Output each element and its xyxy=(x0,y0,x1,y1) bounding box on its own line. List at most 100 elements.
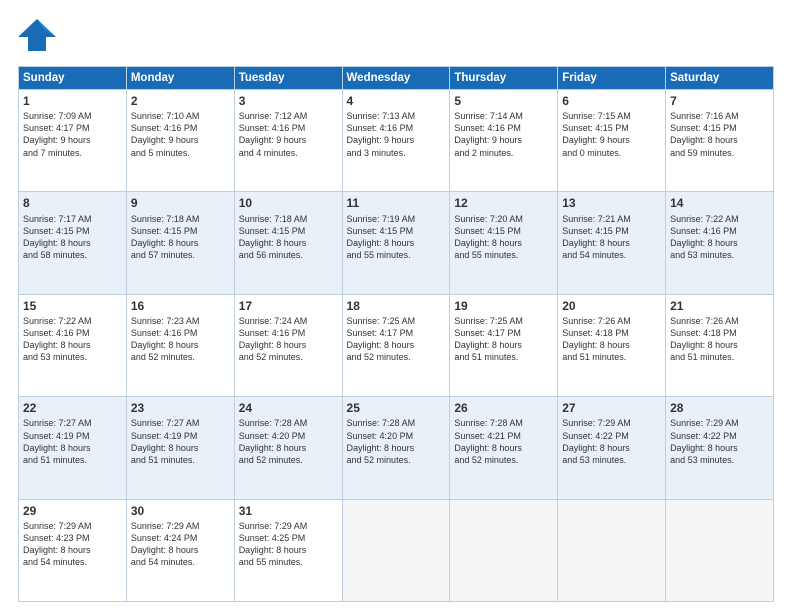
calendar-cell: 16Sunrise: 7:23 AMSunset: 4:16 PMDayligh… xyxy=(126,294,234,396)
calendar-cell: 14 Sunrise: 7:22 AMSunset: 4:16 PMDayligh… xyxy=(666,192,774,294)
day-info: Sunrise: 7:29 AMSunset: 4:22 PMDaylight:… xyxy=(562,417,661,466)
day-number: 24 xyxy=(239,400,338,416)
calendar-cell: 29Sunrise: 7:29 AMSunset: 4:23 PMDayligh… xyxy=(19,499,127,601)
calendar-cell: 25Sunrise: 7:28 AMSunset: 4:20 PMDayligh… xyxy=(342,397,450,499)
logo xyxy=(18,15,60,58)
day-number: 30 xyxy=(131,503,230,519)
day-info: Sunrise: 7:23 AMSunset: 4:16 PMDaylight:… xyxy=(131,315,230,364)
calendar-cell: 20Sunrise: 7:26 AMSunset: 4:18 PMDayligh… xyxy=(558,294,666,396)
calendar-cell: 24Sunrise: 7:28 AMSunset: 4:20 PMDayligh… xyxy=(234,397,342,499)
weekday-header-friday: Friday xyxy=(558,67,666,90)
day-info: Sunrise: 7:22 AMSunset: 4:16 PMDaylight:… xyxy=(23,315,122,364)
calendar-header-row: SundayMondayTuesdayWednesdayThursdayFrid… xyxy=(19,67,774,90)
calendar-cell xyxy=(666,499,774,601)
day-number: 15 xyxy=(23,298,122,314)
calendar-cell: 22Sunrise: 7:27 AMSunset: 4:19 PMDayligh… xyxy=(19,397,127,499)
day-info: Sunrise: 7:21 AMSunset: 4:15 PMDaylight:… xyxy=(562,213,661,262)
page: SundayMondayTuesdayWednesdayThursdayFrid… xyxy=(0,0,792,612)
day-number: 7 xyxy=(670,93,769,109)
day-info: Sunrise: 7:18 AMSunset: 4:15 PMDaylight:… xyxy=(131,213,230,262)
calendar-cell: 8 Sunrise: 7:17 AMSunset: 4:15 PMDaylight… xyxy=(19,192,127,294)
calendar-cell: 9 Sunrise: 7:18 AMSunset: 4:15 PMDaylight… xyxy=(126,192,234,294)
calendar-cell: 1Sunrise: 7:09 AMSunset: 4:17 PMDaylight… xyxy=(19,90,127,192)
weekday-header-monday: Monday xyxy=(126,67,234,90)
day-number: 29 xyxy=(23,503,122,519)
day-number: 14 xyxy=(670,195,769,211)
logo-bird-icon xyxy=(18,15,56,58)
day-info: Sunrise: 7:25 AMSunset: 4:17 PMDaylight:… xyxy=(454,315,553,364)
day-number: 2 xyxy=(131,93,230,109)
day-info: Sunrise: 7:29 AMSunset: 4:24 PMDaylight:… xyxy=(131,520,230,569)
day-info: Sunrise: 7:28 AMSunset: 4:21 PMDaylight:… xyxy=(454,417,553,466)
day-number: 11 xyxy=(347,195,446,211)
calendar-cell xyxy=(450,499,558,601)
day-number: 22 xyxy=(23,400,122,416)
day-info: Sunrise: 7:28 AMSunset: 4:20 PMDaylight:… xyxy=(347,417,446,466)
calendar-cell: 6Sunrise: 7:15 AMSunset: 4:15 PMDaylight… xyxy=(558,90,666,192)
day-number: 12 xyxy=(454,195,553,211)
weekday-header-wednesday: Wednesday xyxy=(342,67,450,90)
day-info: Sunrise: 7:18 AMSunset: 4:15 PMDaylight:… xyxy=(239,213,338,262)
day-number: 25 xyxy=(347,400,446,416)
day-number: 5 xyxy=(454,93,553,109)
day-number: 26 xyxy=(454,400,553,416)
day-number: 4 xyxy=(347,93,446,109)
day-info: Sunrise: 7:27 AMSunset: 4:19 PMDaylight:… xyxy=(23,417,122,466)
calendar-cell: 15Sunrise: 7:22 AMSunset: 4:16 PMDayligh… xyxy=(19,294,127,396)
day-info: Sunrise: 7:26 AMSunset: 4:18 PMDaylight:… xyxy=(562,315,661,364)
calendar-cell: 30Sunrise: 7:29 AMSunset: 4:24 PMDayligh… xyxy=(126,499,234,601)
calendar-cell: 28Sunrise: 7:29 AMSunset: 4:22 PMDayligh… xyxy=(666,397,774,499)
day-number: 6 xyxy=(562,93,661,109)
day-number: 23 xyxy=(131,400,230,416)
day-number: 28 xyxy=(670,400,769,416)
calendar-cell: 18Sunrise: 7:25 AMSunset: 4:17 PMDayligh… xyxy=(342,294,450,396)
calendar-cell: 4Sunrise: 7:13 AMSunset: 4:16 PMDaylight… xyxy=(342,90,450,192)
day-info: Sunrise: 7:26 AMSunset: 4:18 PMDaylight:… xyxy=(670,315,769,364)
day-info: Sunrise: 7:15 AMSunset: 4:15 PMDaylight:… xyxy=(562,110,661,159)
calendar-cell: 11 Sunrise: 7:19 AMSunset: 4:15 PMDayligh… xyxy=(342,192,450,294)
day-info: Sunrise: 7:10 AMSunset: 4:16 PMDaylight:… xyxy=(131,110,230,159)
day-number: 27 xyxy=(562,400,661,416)
header xyxy=(18,15,774,58)
day-info: Sunrise: 7:19 AMSunset: 4:15 PMDaylight:… xyxy=(347,213,446,262)
day-info: Sunrise: 7:24 AMSunset: 4:16 PMDaylight:… xyxy=(239,315,338,364)
day-number: 17 xyxy=(239,298,338,314)
day-number: 8 xyxy=(23,195,122,211)
day-info: Sunrise: 7:14 AMSunset: 4:16 PMDaylight:… xyxy=(454,110,553,159)
day-number: 9 xyxy=(131,195,230,211)
calendar-cell: 31Sunrise: 7:29 AMSunset: 4:25 PMDayligh… xyxy=(234,499,342,601)
day-info: Sunrise: 7:09 AMSunset: 4:17 PMDaylight:… xyxy=(23,110,122,159)
day-info: Sunrise: 7:17 AMSunset: 4:15 PMDaylight:… xyxy=(23,213,122,262)
day-info: Sunrise: 7:20 AMSunset: 4:15 PMDaylight:… xyxy=(454,213,553,262)
day-number: 13 xyxy=(562,195,661,211)
day-number: 10 xyxy=(239,195,338,211)
calendar-cell xyxy=(342,499,450,601)
calendar-cell: 13 Sunrise: 7:21 AMSunset: 4:15 PMDayligh… xyxy=(558,192,666,294)
day-number: 16 xyxy=(131,298,230,314)
calendar-cell: 10 Sunrise: 7:18 AMSunset: 4:15 PMDayligh… xyxy=(234,192,342,294)
weekday-header-saturday: Saturday xyxy=(666,67,774,90)
day-info: Sunrise: 7:16 AMSunset: 4:15 PMDaylight:… xyxy=(670,110,769,159)
calendar-cell: 21Sunrise: 7:26 AMSunset: 4:18 PMDayligh… xyxy=(666,294,774,396)
day-info: Sunrise: 7:28 AMSunset: 4:20 PMDaylight:… xyxy=(239,417,338,466)
weekday-header-sunday: Sunday xyxy=(19,67,127,90)
calendar-week-3: 15Sunrise: 7:22 AMSunset: 4:16 PMDayligh… xyxy=(19,294,774,396)
calendar-cell: 3Sunrise: 7:12 AMSunset: 4:16 PMDaylight… xyxy=(234,90,342,192)
day-number: 21 xyxy=(670,298,769,314)
day-number: 18 xyxy=(347,298,446,314)
calendar-cell: 12 Sunrise: 7:20 AMSunset: 4:15 PMDayligh… xyxy=(450,192,558,294)
calendar-week-5: 29Sunrise: 7:29 AMSunset: 4:23 PMDayligh… xyxy=(19,499,774,601)
calendar-cell: 17Sunrise: 7:24 AMSunset: 4:16 PMDayligh… xyxy=(234,294,342,396)
day-info: Sunrise: 7:13 AMSunset: 4:16 PMDaylight:… xyxy=(347,110,446,159)
day-number: 3 xyxy=(239,93,338,109)
calendar-table: SundayMondayTuesdayWednesdayThursdayFrid… xyxy=(18,66,774,602)
calendar-week-1: 1Sunrise: 7:09 AMSunset: 4:17 PMDaylight… xyxy=(19,90,774,192)
weekday-header-tuesday: Tuesday xyxy=(234,67,342,90)
day-info: Sunrise: 7:22 AMSunset: 4:16 PMDaylight:… xyxy=(670,213,769,262)
calendar-cell: 5Sunrise: 7:14 AMSunset: 4:16 PMDaylight… xyxy=(450,90,558,192)
day-info: Sunrise: 7:29 AMSunset: 4:23 PMDaylight:… xyxy=(23,520,122,569)
day-info: Sunrise: 7:29 AMSunset: 4:22 PMDaylight:… xyxy=(670,417,769,466)
day-info: Sunrise: 7:27 AMSunset: 4:19 PMDaylight:… xyxy=(131,417,230,466)
calendar-cell: 27Sunrise: 7:29 AMSunset: 4:22 PMDayligh… xyxy=(558,397,666,499)
day-number: 20 xyxy=(562,298,661,314)
